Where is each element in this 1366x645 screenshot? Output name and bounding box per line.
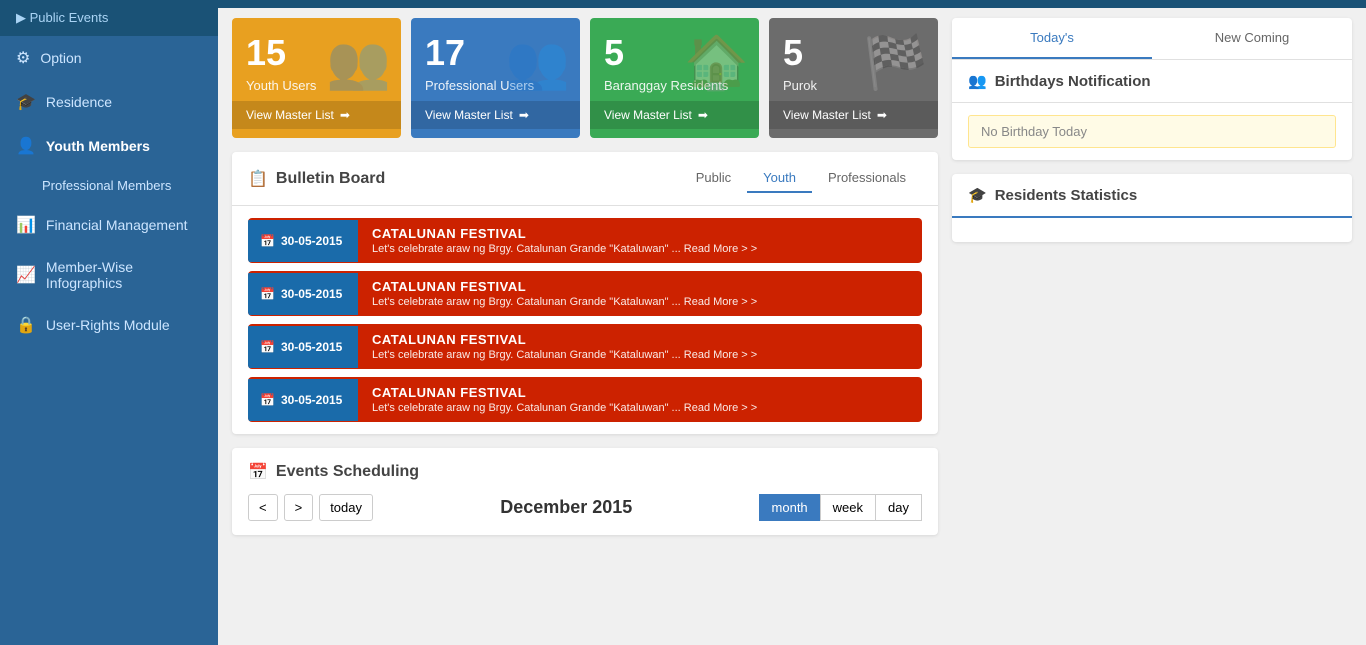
stat-card-youth: 15 Youth Users 👥 View Master List ➡ (232, 18, 401, 138)
bulletin-item: 📅 30-05-2015 CATALUNAN FESTIVAL Let's ce… (248, 271, 922, 316)
professional-view-master[interactable]: View Master List ➡ (411, 101, 580, 129)
baranggay-card-icon: 🏠 (684, 32, 749, 93)
bulletin-title: 📋 Bulletin Board (248, 169, 385, 189)
stat-card-professional: 17 Professional Users 👥 View Master List… (411, 18, 580, 138)
birthday-header: 👥 Birthdays Notification (952, 60, 1352, 103)
bulletin-date-2: 📅 30-05-2015 (248, 273, 358, 315)
top-bar (218, 0, 1366, 8)
bulletin-content-2: CATALUNAN FESTIVAL Let's celebrate araw … (358, 271, 771, 316)
calendar-icon: 📅 (260, 287, 275, 301)
cal-next-button[interactable]: > (284, 494, 314, 521)
calendar-icon: 📅 (260, 340, 275, 354)
events-section: 📅 Events Scheduling < > today December 2… (232, 448, 938, 535)
youth-view-master[interactable]: View Master List ➡ (232, 101, 401, 129)
cal-week-view[interactable]: week (820, 494, 876, 521)
cal-prev-button[interactable]: < (248, 494, 278, 521)
birthday-content: No Birthday Today (952, 103, 1352, 160)
stat-cards: 15 Youth Users 👥 View Master List ➡ 17 P… (232, 18, 938, 138)
professional-card-icon: 👥 (505, 32, 570, 93)
sidebar-item-residence[interactable]: 🎓 Residence (0, 80, 218, 124)
residence-icon: 🎓 (16, 92, 36, 112)
bulletin-header: 📋 Bulletin Board Public Youth Profession… (232, 152, 938, 206)
bulletin-item: 📅 30-05-2015 CATALUNAN FESTIVAL Let's ce… (248, 324, 922, 369)
sidebar: ▶ Public Events ⚙ Option 🎓 Residence 👤 Y… (0, 0, 218, 645)
residents-content (952, 218, 1352, 242)
no-birthday-message: No Birthday Today (968, 115, 1336, 148)
lock-icon: 🔒 (16, 315, 36, 335)
events-header: 📅 Events Scheduling (248, 462, 922, 482)
bulletin-item: 📅 30-05-2015 CATALUNAN FESTIVAL Let's ce… (248, 218, 922, 263)
sidebar-item-youth-members[interactable]: 👤 Youth Members (0, 124, 218, 168)
bulletin-tabs: Public Youth Professionals (680, 164, 922, 193)
gear-icon: ⚙ (16, 48, 30, 68)
bulletin-date-4: 📅 30-05-2015 (248, 379, 358, 421)
sidebar-item-label: Youth Members (46, 138, 150, 154)
tab-todays[interactable]: Today's (952, 18, 1152, 59)
bulletin-content-4: CATALUNAN FESTIVAL Let's celebrate araw … (358, 377, 771, 422)
youth-icon: 👤 (16, 136, 36, 156)
main-content: 15 Youth Users 👥 View Master List ➡ 17 P… (218, 0, 1366, 645)
right-panel: Today's New Coming 👥 Birthdays Notificat… (952, 18, 1352, 635)
sidebar-top-item: ▶ Public Events (0, 0, 218, 36)
cal-today-button[interactable]: today (319, 494, 373, 521)
sidebar-subitem-label: Professional Members (42, 178, 171, 193)
residents-icon: 🎓 (968, 186, 987, 204)
youth-card-icon: 👥 (326, 32, 391, 93)
residents-header: 🎓 Residents Statistics (952, 174, 1352, 218)
calendar-events-icon: 📅 (248, 462, 268, 482)
financial-icon: 📊 (16, 215, 36, 235)
sidebar-item-label: Financial Management (46, 217, 188, 233)
birthday-icon: 👥 (968, 72, 987, 90)
bulletin-date-3: 📅 30-05-2015 (248, 326, 358, 368)
sidebar-item-label: Option (40, 50, 81, 66)
purok-card-icon: 🏁 (863, 32, 928, 93)
cal-month-view[interactable]: month (759, 494, 821, 521)
tab-professionals[interactable]: Professionals (812, 164, 922, 193)
residents-section: 🎓 Residents Statistics (952, 174, 1352, 242)
calendar-controls: < > today December 2015 month week day (248, 494, 922, 521)
calendar-icon: 📅 (260, 393, 275, 407)
sidebar-item-user-rights[interactable]: 🔒 User-Rights Module (0, 303, 218, 347)
baranggay-view-master[interactable]: View Master List ➡ (590, 101, 759, 129)
sidebar-item-professional-members[interactable]: Professional Members (0, 168, 218, 203)
content-area: 15 Youth Users 👥 View Master List ➡ 17 P… (218, 8, 1366, 645)
sidebar-item-option[interactable]: ⚙ Option (0, 36, 218, 80)
calendar-icon: 📅 (260, 234, 275, 248)
bulletin-date-1: 📅 30-05-2015 (248, 220, 358, 262)
cal-day-view[interactable]: day (875, 494, 922, 521)
purok-view-master[interactable]: View Master List ➡ (769, 101, 938, 129)
bulletin-content-3: CATALUNAN FESTIVAL Let's celebrate araw … (358, 324, 771, 369)
sidebar-item-label: Residence (46, 94, 112, 110)
bulletin-content-1: CATALUNAN FESTIVAL Let's celebrate araw … (358, 218, 771, 263)
birthday-tabs: Today's New Coming (952, 18, 1352, 60)
sidebar-item-financial[interactable]: 📊 Financial Management (0, 203, 218, 247)
calendar-view-buttons: month week day (760, 494, 922, 521)
chart-icon: 📈 (16, 265, 36, 285)
stat-card-purok: 5 Purok 🏁 View Master List ➡ (769, 18, 938, 138)
calendar-month: December 2015 (500, 497, 632, 518)
bulletin-icon: 📋 (248, 169, 268, 189)
calendar-nav: < > today (248, 494, 373, 521)
tab-youth[interactable]: Youth (747, 164, 812, 193)
birthday-section: Today's New Coming 👥 Birthdays Notificat… (952, 18, 1352, 160)
sidebar-item-label: Member-Wise Infographics (46, 259, 202, 291)
left-panel: 15 Youth Users 👥 View Master List ➡ 17 P… (232, 18, 938, 635)
bulletin-item: 📅 30-05-2015 CATALUNAN FESTIVAL Let's ce… (248, 377, 922, 422)
tab-public[interactable]: Public (680, 164, 747, 193)
sidebar-item-infographics[interactable]: 📈 Member-Wise Infographics (0, 247, 218, 303)
sidebar-item-label: User-Rights Module (46, 317, 170, 333)
tab-new-coming[interactable]: New Coming (1152, 18, 1352, 59)
bulletin-items: 📅 30-05-2015 CATALUNAN FESTIVAL Let's ce… (232, 206, 938, 434)
stat-card-baranggay: 5 Baranggay Residents 🏠 View Master List… (590, 18, 759, 138)
bulletin-board: 📋 Bulletin Board Public Youth Profession… (232, 152, 938, 434)
